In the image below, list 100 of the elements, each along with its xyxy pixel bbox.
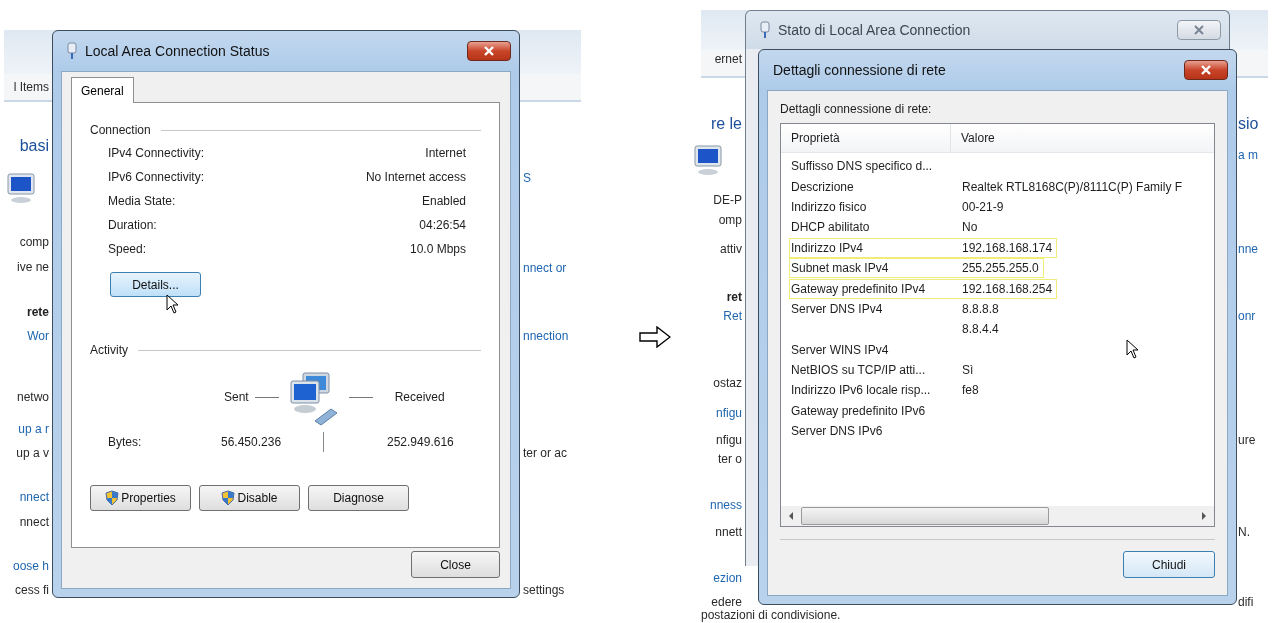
close-icon [1200,65,1212,75]
background-link[interactable]: oose h [12,559,49,574]
monitor-icon [693,144,723,176]
cursor-icon [166,294,180,314]
background-text: ter or ac [523,446,567,461]
background-text: nnett [715,525,742,540]
column-header[interactable]: Proprietà [781,124,951,152]
table-cell: Gateway predefinito IPv4 [791,281,926,296]
received-label: Received [394,390,445,404]
window-title: Local Area Connection Status [85,43,270,59]
background-link[interactable]: nne [1238,242,1259,257]
shield-button[interactable]: Disable [199,485,300,511]
field-label: IPv4 Connectivity: [108,146,205,160]
background-link[interactable]: Ret [723,309,742,324]
table-cell: 8.8.8.8 [962,301,999,316]
background-text: N. [1238,525,1250,540]
background-link[interactable]: nnect [19,490,49,505]
table-cell: DHCP abilitato [791,220,870,235]
background-text: ive ne [16,260,49,275]
table-cell: Suffisso DNS specifico d... [791,159,933,174]
table-cell: Indirizzo IPv4 [791,240,864,255]
table-cell: 255.255.255.0 [962,261,1039,276]
arrow-icon [639,326,671,348]
field-value: Internet [425,146,466,160]
background-text: ure [1238,433,1256,448]
table-cell: Indirizzo IPv6 locale risp... [791,383,931,398]
action-button[interactable]: Diagnose [308,485,409,511]
sent-bytes: 56.450.236 [221,435,283,449]
table-cell: 8.8.4.4 [962,322,999,337]
background-text: difi [1238,595,1254,610]
table-cell: Subnet mask IPv4 [791,261,889,276]
close-icon [1193,25,1205,35]
background-text: DE-P [713,193,742,208]
group-heading: Activity [90,343,128,357]
background-link[interactable]: S [523,171,531,186]
background-link[interactable]: ezion [713,571,742,586]
sent-label: Sent [224,390,249,404]
close-button[interactable] [467,41,511,61]
background-text: settings [523,583,565,598]
background-text: ter o [718,452,742,467]
scroll-thumb[interactable] [801,507,1049,525]
scroll-right-icon[interactable] [1200,511,1208,521]
table-cell: Server WINS IPv4 [791,342,889,357]
field-value: 10.0 Mbps [409,242,466,256]
table-cell: NetBIOS su TCP/IP atti... [791,363,926,378]
field-label: IPv6 Connectivity: [108,170,205,184]
window-title: Stato di Local Area Connection [778,22,971,38]
field-value: Enabled [421,194,466,208]
shield-icon [105,490,120,506]
background-text: comp [19,235,49,250]
table-cell: 192.168.168.254 [962,281,1053,296]
background-link[interactable]: nfigu [715,406,742,421]
background-link[interactable]: onr [1238,309,1256,324]
background-link[interactable]: nnect or [523,261,567,276]
received-bytes: 252.949.616 [387,435,454,449]
close-button[interactable] [1184,60,1228,80]
background-heading: re le [710,114,742,134]
background-heading: basi [19,136,49,156]
table-cell: Realtek RTL8168C(P)/8111C(P) Family F [962,179,1183,194]
background-text: nnect [19,515,49,530]
background-text: edere [711,595,742,610]
table-cell: 192.168.168.174 [962,240,1053,255]
table-cell: fe8 [962,383,979,398]
background-link[interactable]: a m [1238,148,1258,163]
background-text: netwo [16,390,49,405]
background-text: l Items [13,80,49,95]
table-cell: Indirizzo fisico [791,199,867,214]
background-text: up a v [16,446,49,461]
shield-button[interactable]: Properties [90,485,191,511]
table-cell: Gateway predefinito IPv6 [791,403,926,418]
background-link[interactable]: nnection [523,329,569,344]
scroll-left-icon[interactable] [787,511,795,521]
details-button[interactable]: Details... [110,272,201,297]
table-cell: No [962,220,978,235]
background-link[interactable]: up a r [18,422,49,437]
window-title: Dettagli connessione di rete [773,62,946,78]
column-header[interactable]: Valore [951,131,995,145]
table-cell: Server DNS IPv4 [791,301,883,316]
cursor-icon [1126,339,1140,359]
background-text: ernet [714,52,742,67]
table-cell: Server DNS IPv6 [791,424,883,439]
close-button[interactable]: Chiudi [1123,551,1215,578]
background-heading: ret [726,290,742,305]
close-button[interactable]: Close [411,551,500,578]
field-value: 04:26:54 [419,218,466,232]
background-link[interactable]: nness [709,498,742,513]
tab[interactable]: General [71,77,134,103]
plug-icon [67,42,77,60]
field-label: Bytes: [108,435,143,449]
background-text: cess fi [15,583,49,598]
background-link[interactable]: Wor [27,329,49,344]
table-cell: 00-21-9 [962,199,1004,214]
horizontal-scrollbar[interactable] [781,506,1214,526]
plug-icon [760,21,770,39]
field-label: Duration: [108,218,157,232]
close-icon [483,46,495,56]
list-caption: Dettagli connessione di rete: [780,101,933,117]
background-text: postazioni di condivisione. [701,608,841,623]
background-text: ostaz [713,376,742,391]
background-heading: sio [1238,114,1259,134]
